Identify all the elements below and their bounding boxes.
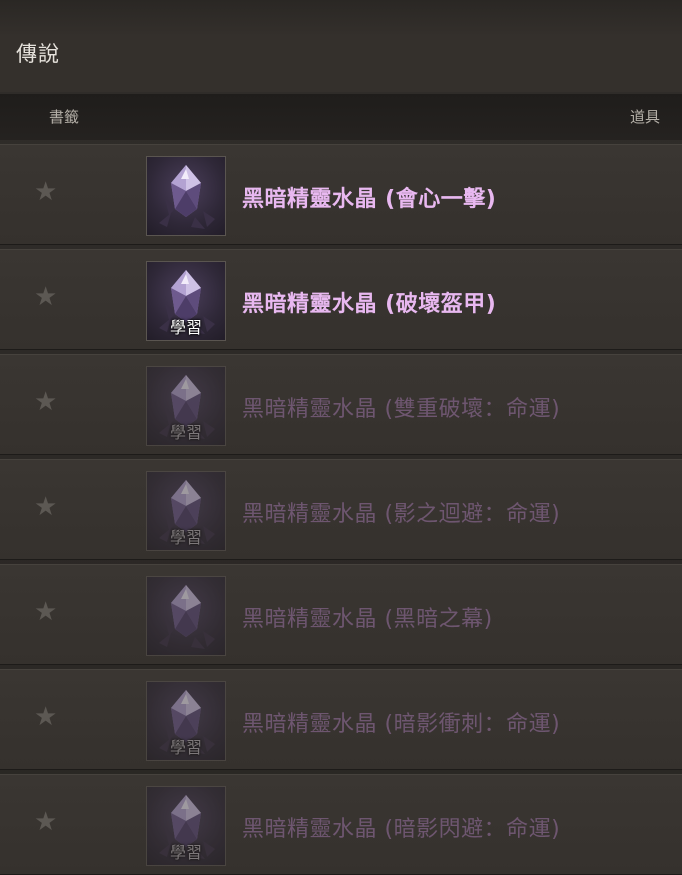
- item-name[interactable]: 黑暗精靈水晶 (雙重破壞：命運): [242, 391, 560, 423]
- item-row[interactable]: ★ 學習 黑暗精靈水晶 (暗影閃避：命運): [0, 774, 682, 875]
- star-icon[interactable]: ★: [34, 389, 57, 415]
- dark-crystal-icon[interactable]: 學習: [146, 681, 226, 761]
- learn-badge: 學習: [169, 738, 202, 757]
- dark-crystal-icon[interactable]: 學習: [146, 366, 226, 446]
- learn-badge: 學習: [169, 423, 202, 442]
- item-row[interactable]: ★ 學習 黑暗精靈水晶 (破壞盔甲): [0, 249, 682, 350]
- column-bookmark-label[interactable]: 書籤: [49, 106, 79, 127]
- learn-badge: 學習: [169, 318, 202, 337]
- dark-crystal-icon[interactable]: [146, 576, 226, 656]
- item-name[interactable]: 黑暗精靈水晶 (影之迴避：命運): [242, 496, 560, 528]
- dark-crystal-icon[interactable]: 學習: [146, 786, 226, 866]
- item-name[interactable]: 黑暗精靈水晶 (破壞盔甲): [242, 286, 496, 318]
- item-name[interactable]: 黑暗精靈水晶 (暗影衝刺：命運): [242, 706, 560, 738]
- star-icon[interactable]: ★: [34, 179, 57, 205]
- item-row[interactable]: ★ 學習 黑暗精靈水晶 (雙重破壞：命運): [0, 354, 682, 455]
- legend-item-panel: 傳說 書籤 道具 ★ 黑暗精靈水晶 (會心一擊) ★ 學習 黑暗精靈水晶 (破壞…: [0, 0, 682, 875]
- star-icon[interactable]: ★: [34, 704, 57, 730]
- learn-badge: 學習: [169, 843, 202, 862]
- learn-badge: 學習: [169, 528, 202, 547]
- dark-crystal-icon[interactable]: 學習: [146, 471, 226, 551]
- item-row[interactable]: ★ 黑暗精靈水晶 (會心一擊): [0, 144, 682, 245]
- section-title: 傳說: [16, 42, 60, 66]
- star-icon[interactable]: ★: [34, 809, 57, 835]
- item-list: ★ 黑暗精靈水晶 (會心一擊) ★ 學習 黑暗精靈水晶 (破壞盔甲) ★ 學習 …: [0, 144, 682, 875]
- item-row[interactable]: ★ 黑暗精靈水晶 (黑暗之幕): [0, 564, 682, 665]
- star-icon[interactable]: ★: [34, 284, 57, 310]
- item-name[interactable]: 黑暗精靈水晶 (暗影閃避：命運): [242, 811, 560, 843]
- dark-crystal-icon[interactable]: 學習: [146, 261, 226, 341]
- dark-crystal-icon[interactable]: [146, 156, 226, 236]
- section-header: 傳說: [0, 0, 682, 92]
- item-row[interactable]: ★ 學習 黑暗精靈水晶 (影之迴避：命運): [0, 459, 682, 560]
- column-item-label[interactable]: 道具: [630, 106, 660, 127]
- column-header: 書籤 道具: [0, 94, 682, 140]
- item-name[interactable]: 黑暗精靈水晶 (會心一擊): [242, 181, 496, 213]
- star-icon[interactable]: ★: [34, 494, 57, 520]
- star-icon[interactable]: ★: [34, 599, 57, 625]
- item-name[interactable]: 黑暗精靈水晶 (黑暗之幕): [242, 601, 493, 633]
- item-row[interactable]: ★ 學習 黑暗精靈水晶 (暗影衝刺：命運): [0, 669, 682, 770]
